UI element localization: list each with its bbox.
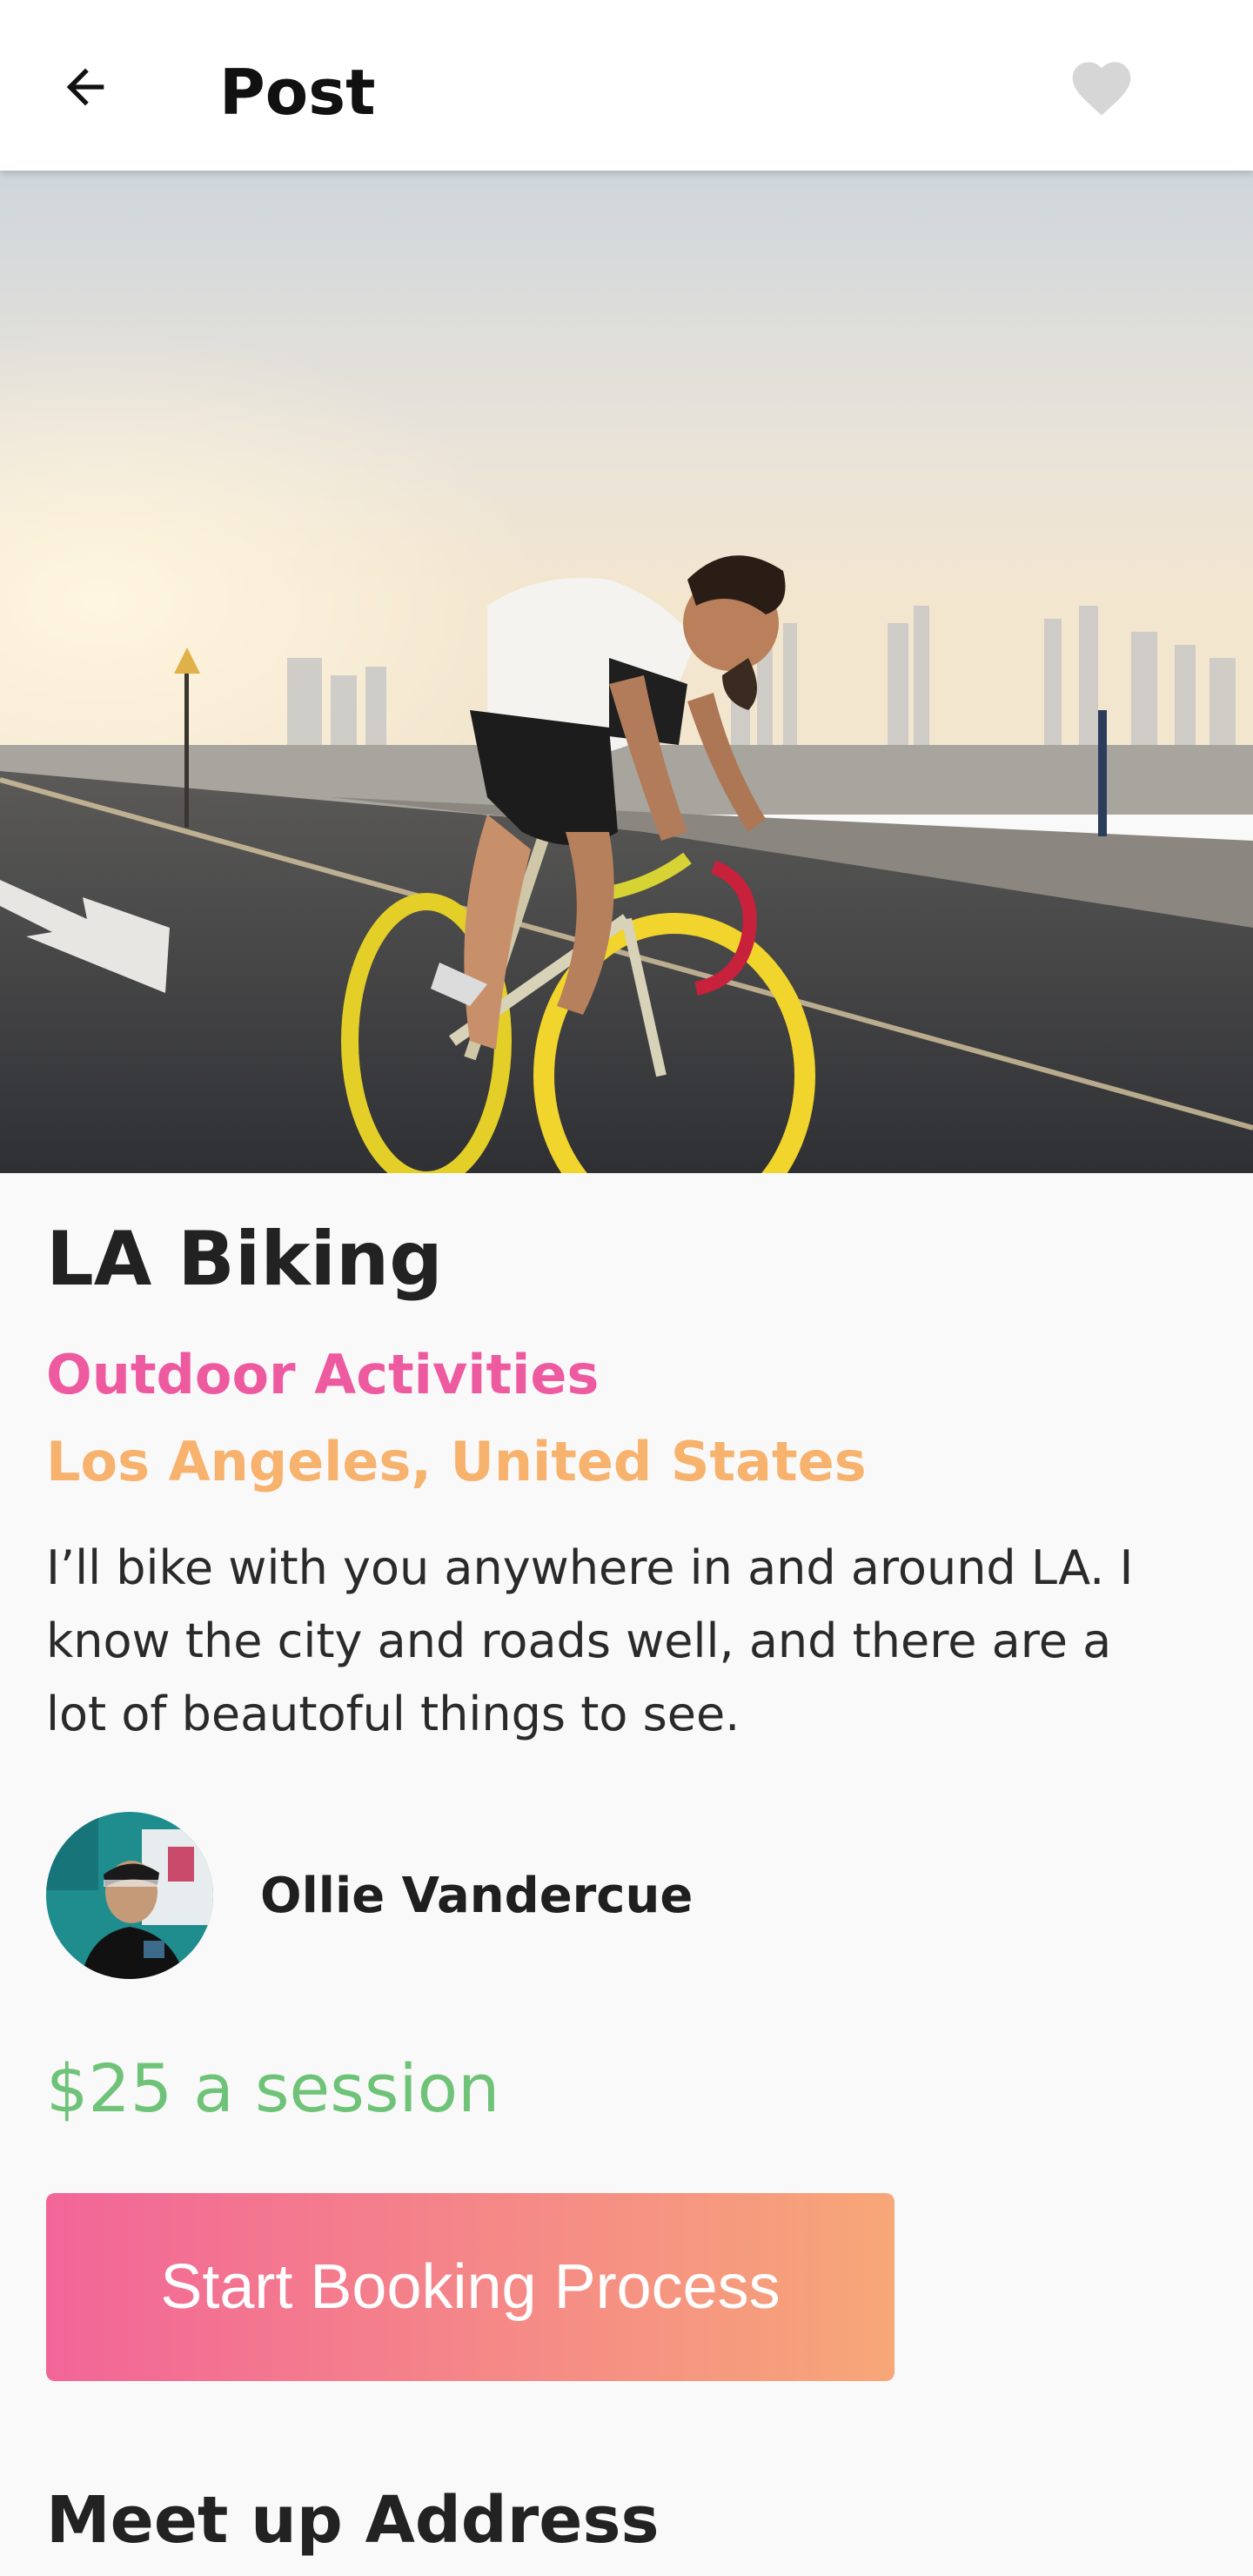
avatar-photo-icon — [46, 1812, 213, 1979]
page-title: Post — [219, 56, 376, 129]
post-hero-image — [0, 171, 1253, 1173]
owner-row[interactable]: Ollie Vandercue — [46, 1812, 1207, 1979]
heart-icon — [1072, 62, 1131, 116]
app-bar: Post — [0, 0, 1253, 171]
price-label: $25 a session — [46, 2049, 500, 2127]
post-details: LA Biking Outdoor Activities Los Angeles… — [46, 1173, 1207, 2562]
back-button[interactable] — [49, 50, 122, 124]
photo-cyclist — [0, 171, 1253, 1173]
owner-name: Ollie Vandercue — [260, 1867, 694, 1924]
post-description: I’ll bike with you anywhere in and aroun… — [46, 1540, 1134, 1741]
post-category[interactable]: Outdoor Activities — [46, 1340, 1207, 1410]
start-booking-button[interactable]: Start Booking Process — [46, 2193, 895, 2381]
avatar[interactable] — [46, 1812, 213, 1979]
arrow-left-icon — [66, 68, 104, 106]
post-title: LA Biking — [46, 1216, 443, 1303]
post-location[interactable]: Los Angeles, United States — [46, 1427, 1207, 1497]
meetup-address-heading: Meet up Address — [46, 2483, 660, 2558]
favorite-button[interactable] — [1062, 49, 1142, 122]
